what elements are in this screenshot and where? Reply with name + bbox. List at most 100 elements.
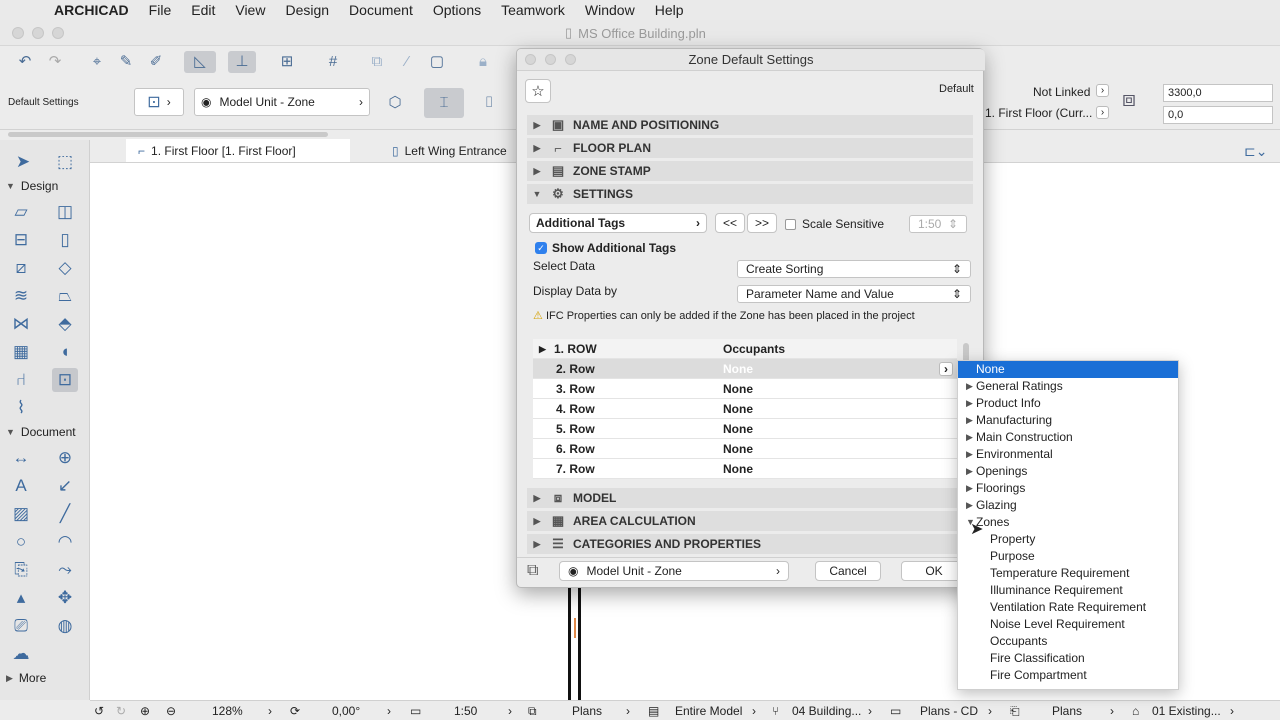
panel-categories-properties[interactable]: ▶ ☰ CATEGORIES AND PROPERTIES [527,534,973,554]
syringe-icon[interactable]: ✐ [145,51,167,73]
panel-settings[interactable]: ▼ ⚙ SETTINGS [527,184,973,204]
prev-tag-button[interactable]: << [715,213,745,233]
menu-item[interactable]: Purpose [958,548,1178,565]
zoom-out-icon[interactable]: ⊖ [166,704,176,718]
arrow-select-icon[interactable]: ➤ [10,150,36,174]
panel-name-positioning[interactable]: ▶ ▣ NAME AND POSITIONING [527,115,973,135]
not-linked-label[interactable]: Not Linked [1033,85,1090,99]
drawing-tool-icon[interactable]: ⎘ [8,558,34,582]
menu-item[interactable]: Illuminance Requirement [958,582,1178,599]
table-row[interactable]: 3. Row None [533,379,957,399]
chevron-right-icon[interactable]: › [626,704,630,718]
menu-window[interactable]: Window [585,2,635,18]
undo-icon[interactable]: ↶ [14,51,36,73]
zone-settings-button[interactable]: ⊡ › [134,88,184,116]
rotate-icon[interactable]: ⟳ [290,704,300,718]
menu-item[interactable]: Property [958,531,1178,548]
hotspot-tool-icon[interactable]: ▴ [8,586,34,610]
mesh-tool-icon[interactable]: ⌇ [8,396,34,420]
chevron-right-icon[interactable]: › [752,704,756,718]
menu-design[interactable]: Design [285,2,329,18]
camera-tool-icon[interactable]: ✥ [52,586,78,610]
chevron-right-icon[interactable]: › [868,704,872,718]
tab-first-floor[interactable]: ⌐ 1. First Floor [1. First Floor] [126,139,350,162]
offset-input[interactable]: 0,0 [1163,106,1273,124]
shell-tool-icon[interactable]: ⋈ [8,312,34,336]
grid-snap-icon[interactable]: # [322,51,344,73]
table-row[interactable]: 2. Row None › [533,359,957,379]
stair-tool-icon[interactable]: ≋ [8,284,34,308]
menu-item-group[interactable]: ▶ Floorings [958,480,1178,497]
redo-icon[interactable]: ↷ [44,51,66,73]
mvo-value[interactable]: Plans - CD [920,704,978,718]
panel-zone-stamp[interactable]: ▶ ▤ ZONE STAMP [527,161,973,181]
menu-item-group[interactable]: ▶ Product Info [958,395,1178,412]
menu-item-group[interactable]: ▶ General Ratings [958,378,1178,395]
cancel-button[interactable]: Cancel [815,561,881,581]
marquee-icon[interactable]: ⬚ [52,150,78,174]
next-tag-button[interactable]: >> [747,213,777,233]
chevron-right-icon[interactable]: › [1110,704,1114,718]
geometry-method-icon[interactable]: ⬡ [384,92,406,114]
menu-view[interactable]: View [235,2,265,18]
redo-view-icon[interactable]: ↻ [116,704,126,718]
worksheet-tool-icon[interactable]: ◍ [52,614,78,638]
angle-value[interactable]: 0,00° [332,704,360,718]
scale-value[interactable]: 1:50 [454,704,477,718]
door-tool-icon[interactable]: ◫ [52,200,78,224]
menu-document[interactable]: Document [349,2,413,18]
favorites-star-icon[interactable]: ☆ [525,79,551,103]
menu-file[interactable]: File [149,2,172,18]
menu-item[interactable]: Fire Compartment [958,667,1178,684]
menu-help[interactable]: Help [655,2,684,18]
arc-tool-icon[interactable]: ◠ [52,530,78,554]
menu-item[interactable]: Ventilation Rate Requirement [958,599,1178,616]
suspend-groups-icon[interactable]: ⊞ [276,51,298,73]
fill-tool-icon[interactable]: ▨ [8,502,34,526]
menu-item-group[interactable]: ▶ Manufacturing [958,412,1178,429]
find-select-icon[interactable]: ⌖ [86,51,108,73]
menu-item-group[interactable]: ▶ Glazing [958,497,1178,514]
window-tool-icon[interactable]: ⊟ [8,228,34,252]
morph-tool-icon[interactable]: ◖ [52,340,78,364]
table-row[interactable]: 5. Row None [533,419,957,439]
roof-tool-icon[interactable]: ⏢ [52,284,78,308]
dialog-zoom-button[interactable] [565,54,576,65]
chevron-right-icon[interactable]: › [939,362,953,376]
guide-lines-icon[interactable]: ◺ [184,51,216,73]
panel-floor-plan[interactable]: ▶ ⌐ FLOOR PLAN [527,138,973,158]
more-section[interactable]: ▶ More [0,668,90,688]
elevation-input[interactable]: 3300,0 [1163,84,1273,102]
chevron-right-icon[interactable]: › [1096,84,1109,97]
slab-tool-icon[interactable]: ◇ [52,256,78,280]
menu-item[interactable]: Noise Level Requirement [958,616,1178,633]
renovation-value[interactable]: Plans [1052,704,1082,718]
chevron-right-icon[interactable]: › [1096,106,1109,119]
wall-tool-icon[interactable]: ▱ [8,200,34,224]
layer-combo-value[interactable]: Plans [572,704,602,718]
panel-model[interactable]: ▶ ⧈ MODEL [527,488,973,508]
select-data-popup[interactable]: Create Sorting ⇕ [737,260,971,278]
zoom-window-button[interactable] [52,27,64,39]
chevron-right-icon[interactable]: › [1230,704,1234,718]
table-row[interactable]: 6. Row None [533,439,957,459]
table-row[interactable]: 7. Row None [533,459,957,479]
chevron-right-icon[interactable]: › [268,704,272,718]
trace-icon[interactable]: ⧉ [366,51,388,73]
scale-select[interactable]: 1:50 ⇕ [909,215,967,233]
menu-item[interactable]: Temperature Requirement [958,565,1178,582]
tab-left-wing[interactable]: ▯ Left Wing Entrance [380,139,520,162]
design-section[interactable]: ▼ Design [0,176,90,196]
object-tool-icon[interactable]: ⑁ [8,368,34,392]
eyedropper-icon[interactable]: ✎ [115,51,137,73]
minimize-window-button[interactable] [32,27,44,39]
additional-tags-selector[interactable]: Additional Tags › [529,213,707,233]
curtain-wall-icon[interactable]: ▦ [8,340,34,364]
magic-wand-icon[interactable]: ⁄ [396,51,418,73]
menu-edit[interactable]: Edit [191,2,215,18]
menu-item-group[interactable]: ▶ Main Construction [958,429,1178,446]
change-tool-icon[interactable]: ☁ [8,642,34,666]
line-tool-icon[interactable]: ╱ [52,502,78,526]
zone-shape-auto-icon[interactable]: ⌷ [478,92,500,114]
dialog-minimize-button[interactable] [545,54,556,65]
